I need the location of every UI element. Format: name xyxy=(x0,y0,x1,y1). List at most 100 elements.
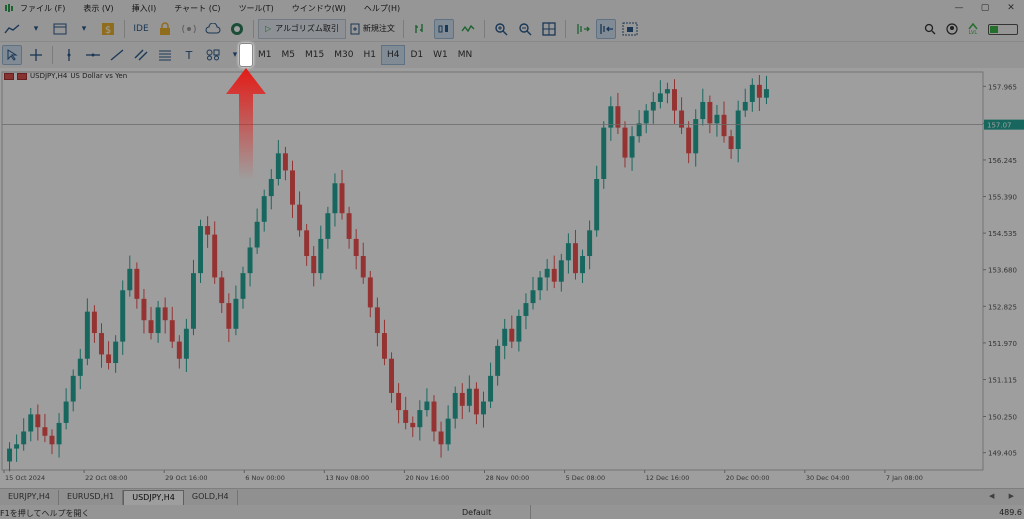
candle-body xyxy=(664,89,670,94)
separator xyxy=(52,46,53,64)
main-toolbar: ▾ ▾ $ IDE ▷ アルゴリズム取引 新規注文 LVL xyxy=(0,16,1024,42)
candle-body xyxy=(502,328,508,346)
candle-body xyxy=(572,243,578,274)
x-tick-label: 6 Nov 00:00 xyxy=(245,474,285,482)
ide-button[interactable]: IDE xyxy=(131,19,151,39)
market-icon[interactable]: $ xyxy=(98,19,118,39)
candle-body xyxy=(353,238,359,257)
timeframe-m30[interactable]: M30 xyxy=(329,50,358,60)
text-icon[interactable]: T xyxy=(179,45,199,65)
candle-body xyxy=(594,178,600,231)
timeframe-h1[interactable]: H1 xyxy=(358,50,381,60)
minimize-button[interactable]: — xyxy=(946,3,972,13)
candle-body xyxy=(580,256,586,274)
chart-shift-icon[interactable] xyxy=(572,19,592,39)
zoom-out-icon[interactable] xyxy=(515,19,535,39)
templates-icon[interactable] xyxy=(50,19,70,39)
timeframe-mn[interactable]: MN xyxy=(453,50,478,60)
line-chart-icon[interactable] xyxy=(458,19,478,39)
tab-usdjpy[interactable]: USDJPY,H4 xyxy=(123,490,184,505)
horizontal-line-icon[interactable] xyxy=(83,45,103,65)
close-button[interactable]: ✕ xyxy=(998,3,1024,13)
shapes-icon[interactable] xyxy=(203,45,223,65)
candle-body xyxy=(431,401,437,432)
vertical-line-icon[interactable] xyxy=(59,45,79,65)
candle-body xyxy=(226,303,232,329)
chart-window[interactable]: 157.965157.100156.245155.390154.535153.6… xyxy=(0,68,1024,488)
tab-eurusd[interactable]: EURUSD,H1 xyxy=(59,490,124,505)
symbol-flag-icon-2 xyxy=(17,72,27,80)
timeframe-m15[interactable]: M15 xyxy=(300,50,329,60)
screenshot-icon[interactable] xyxy=(620,19,640,39)
separator xyxy=(564,19,566,38)
tab-gold[interactable]: GOLD,H4 xyxy=(184,490,238,505)
y-tick-label: 151.115 xyxy=(988,376,1017,384)
trend-line-icon[interactable] xyxy=(107,45,127,65)
tab-scroll-arrows[interactable]: ◀ ▶ xyxy=(989,492,1020,500)
separator xyxy=(483,19,485,38)
candle-body xyxy=(346,213,352,239)
candle-body xyxy=(466,388,472,406)
menu-tools[interactable]: ツール(T) xyxy=(239,3,274,14)
timeframe-w1[interactable]: W1 xyxy=(428,50,453,60)
candle-body xyxy=(693,119,699,154)
menu-window[interactable]: ウインドウ(W) xyxy=(292,3,346,14)
bar-chart-icon[interactable] xyxy=(410,19,430,39)
candle-body xyxy=(127,268,133,291)
menu-help[interactable]: ヘルプ(H) xyxy=(364,3,400,14)
x-tick-label: 5 Dec 08:00 xyxy=(566,474,606,482)
candle-body xyxy=(282,153,288,171)
candle-body xyxy=(495,345,501,376)
search-icon[interactable] xyxy=(924,23,936,35)
tile-windows-icon[interactable] xyxy=(539,19,559,39)
separator xyxy=(253,19,254,38)
channel-icon[interactable] xyxy=(131,45,151,65)
candle-body xyxy=(714,114,720,124)
maximize-button[interactable]: ▢ xyxy=(972,3,998,13)
lock-icon[interactable] xyxy=(155,19,175,39)
price-chart[interactable]: 157.965157.100156.245155.390154.535153.6… xyxy=(0,68,1024,488)
cloud-icon[interactable] xyxy=(203,19,223,39)
candle-body xyxy=(438,431,444,445)
timeframe-m5[interactable]: M5 xyxy=(277,50,301,60)
signal-icon[interactable] xyxy=(179,19,199,39)
battery-fill xyxy=(990,25,998,33)
window-controls: — ▢ ✕ xyxy=(946,0,1024,16)
candle-body xyxy=(190,273,196,329)
candle-body xyxy=(155,307,161,334)
plot-frame xyxy=(1,71,984,471)
candlestick-icon[interactable] xyxy=(433,18,454,39)
vps-icon[interactable] xyxy=(227,19,247,39)
algo-trading-button[interactable]: ▷ アルゴリズム取引 xyxy=(258,18,346,39)
crosshair-icon[interactable] xyxy=(26,45,46,65)
tab-eurjpy[interactable]: EURJPY,H4 xyxy=(0,490,60,505)
dropdown-icon[interactable]: ▾ xyxy=(26,19,46,39)
highlighted-dropdown-button[interactable] xyxy=(239,43,253,67)
chart-type-icon[interactable] xyxy=(2,19,22,39)
cursor-icon[interactable] xyxy=(2,45,22,65)
menu-file[interactable]: ファイル (F) xyxy=(20,3,65,14)
account-icon[interactable] xyxy=(946,23,958,35)
y-tick-label: 156.245 xyxy=(988,157,1017,165)
menu-insert[interactable]: 挿入(I) xyxy=(132,3,157,14)
candle-body xyxy=(148,320,154,334)
fibonacci-icon[interactable] xyxy=(155,45,175,65)
timeframe-m1[interactable]: M1 xyxy=(253,50,277,60)
candle-body xyxy=(516,315,522,342)
timeframe-h4[interactable]: H4 xyxy=(380,45,406,65)
candle-body xyxy=(275,153,281,179)
menu-chart[interactable]: チャート (C) xyxy=(174,3,220,14)
templates-dropdown-icon[interactable]: ▾ xyxy=(74,19,94,39)
autoscroll-icon[interactable] xyxy=(595,18,616,39)
menu-view[interactable]: 表示 (V) xyxy=(83,3,113,14)
candle-body xyxy=(198,226,204,274)
candle-body xyxy=(290,170,295,205)
new-order-button[interactable]: 新規注文 xyxy=(346,23,399,35)
candle-body xyxy=(622,127,628,158)
zoom-in-icon[interactable] xyxy=(491,19,511,39)
timeframe-d1[interactable]: D1 xyxy=(405,50,428,60)
candle-body xyxy=(162,307,168,321)
candle-body xyxy=(77,358,83,376)
candle-body xyxy=(99,333,104,355)
candle-body xyxy=(84,311,90,359)
